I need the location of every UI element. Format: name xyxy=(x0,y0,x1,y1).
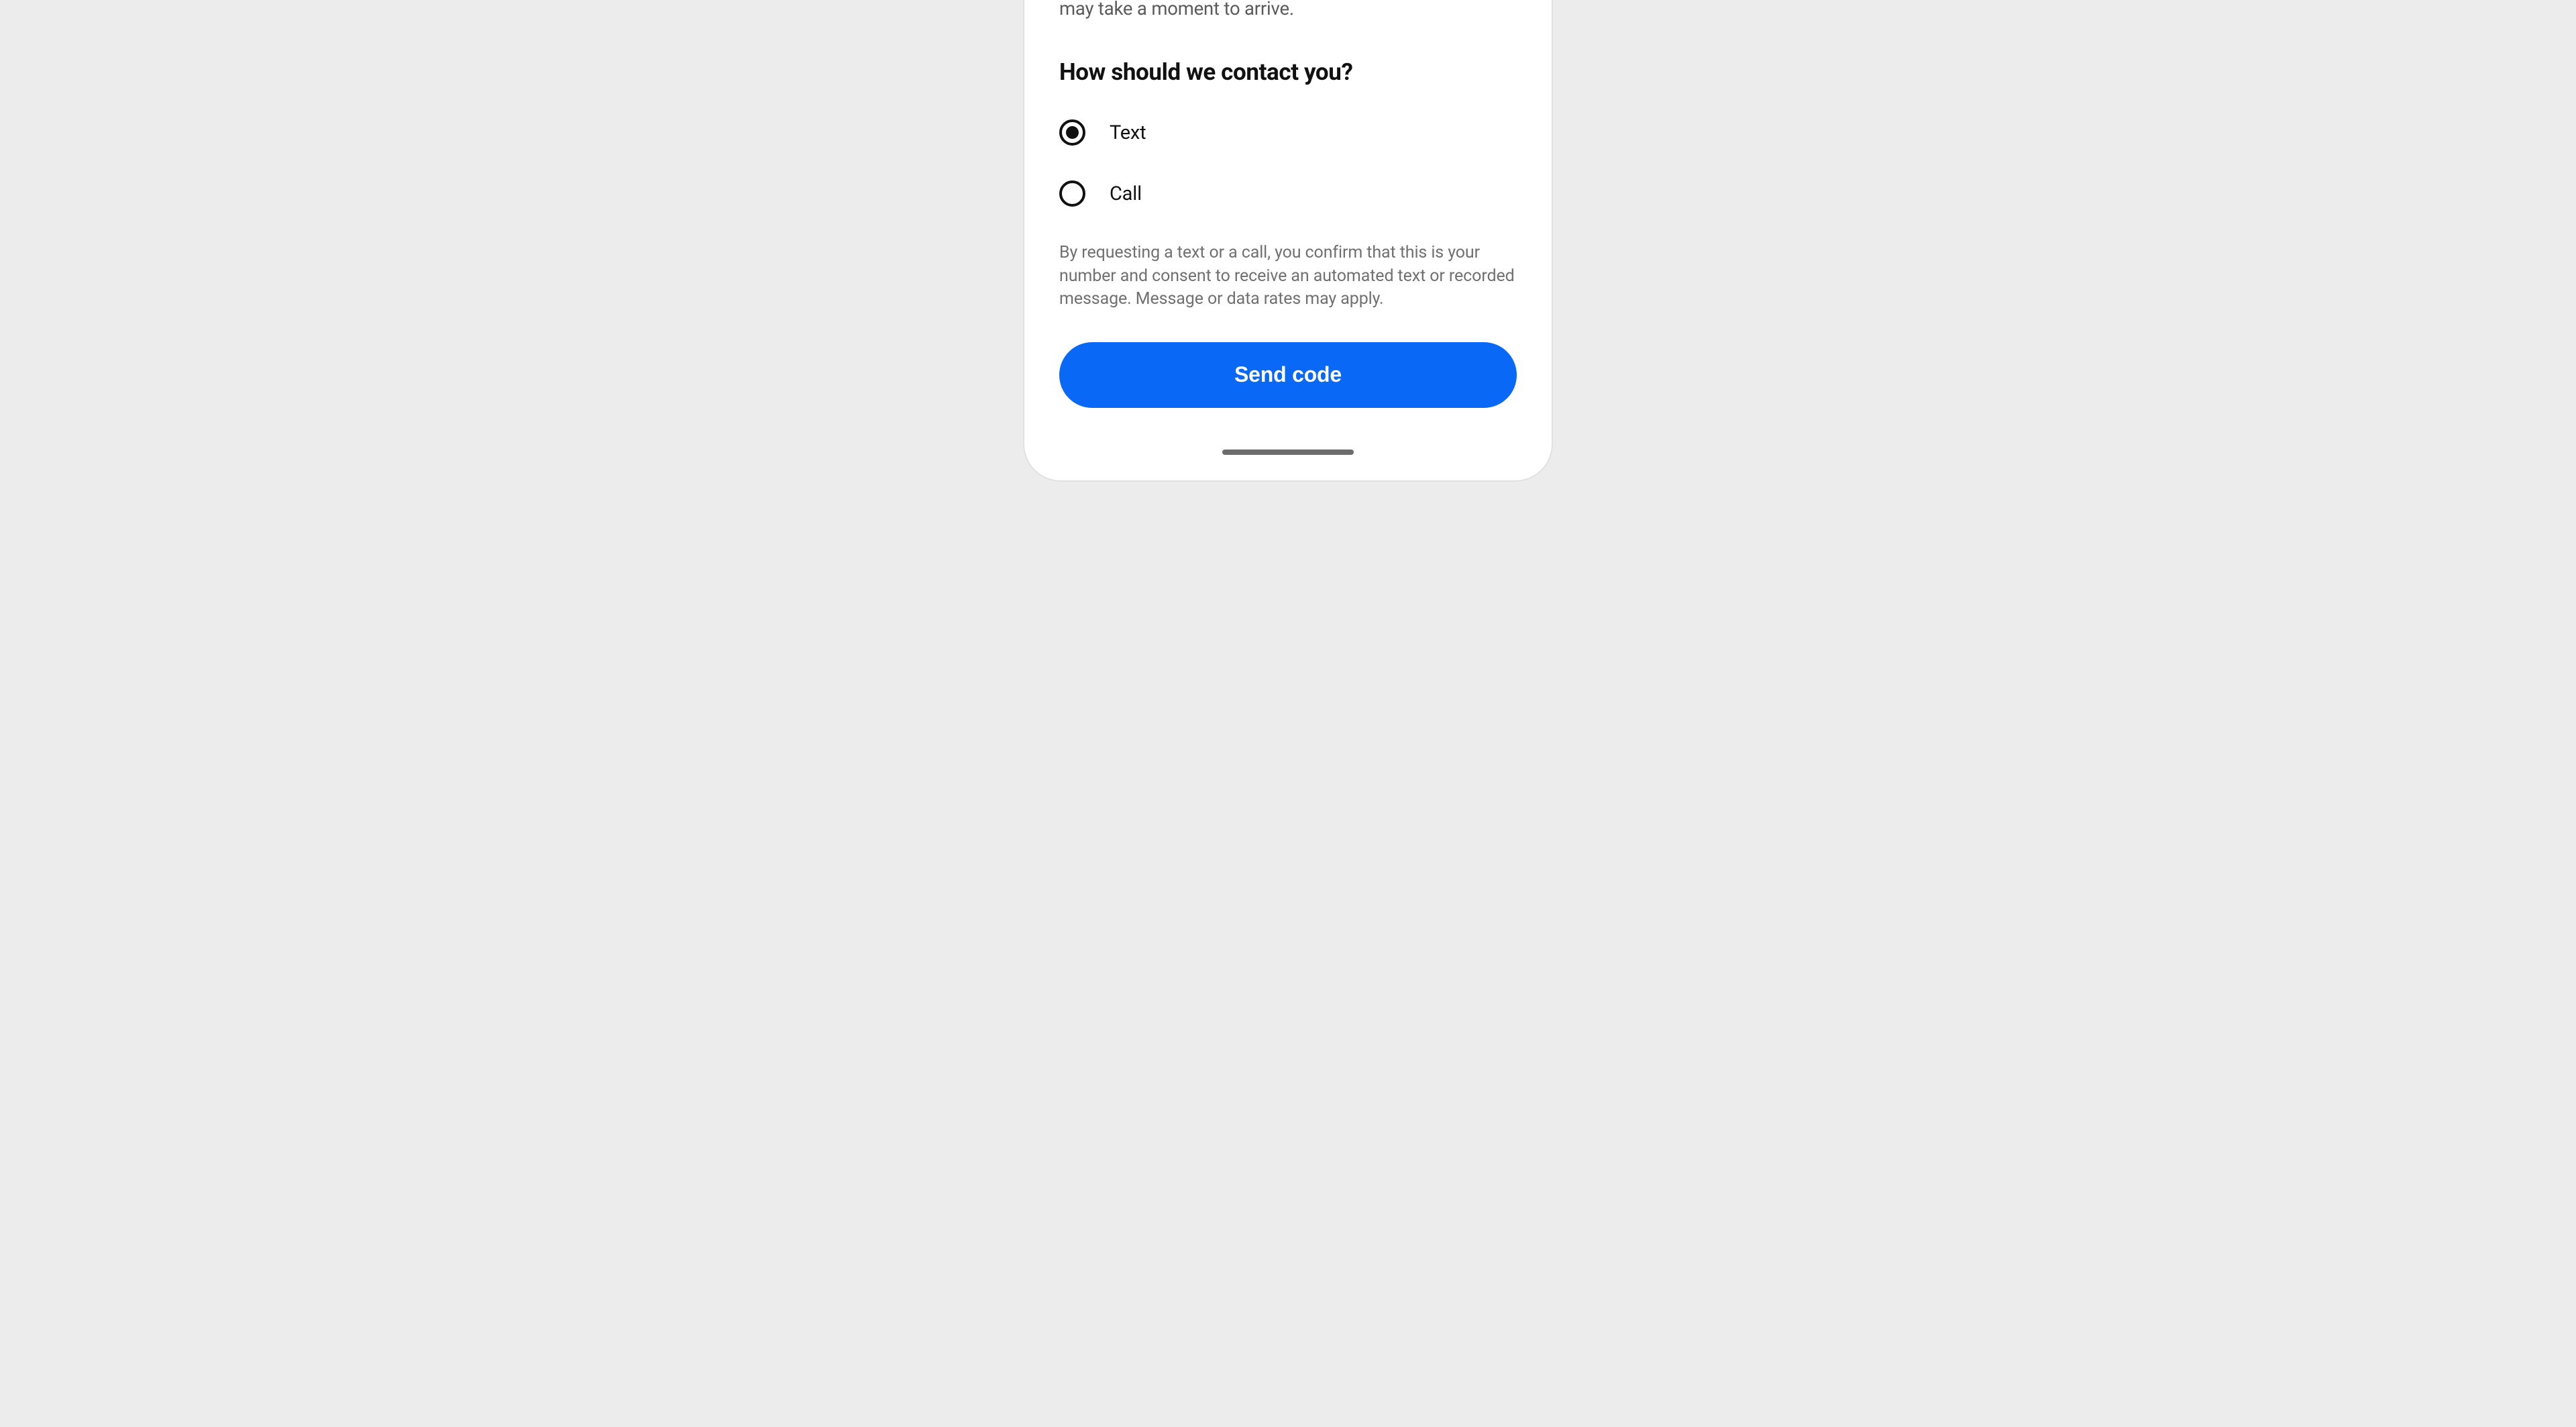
send-code-button-label: Send code xyxy=(1234,362,1342,387)
radio-option-call-label: Call xyxy=(1110,182,1142,205)
contact-method-radio-group: Text Call xyxy=(1059,119,1517,207)
consent-disclaimer: By requesting a text or a call, you conf… xyxy=(1059,242,1517,311)
contact-method-heading: How should we contact you? xyxy=(1059,58,1517,86)
home-indicator[interactable] xyxy=(1222,450,1354,455)
radio-selected-icon xyxy=(1059,119,1085,146)
intro-text-fragment: may take a moment to arrive. xyxy=(1059,0,1517,21)
radio-unselected-icon xyxy=(1059,180,1085,207)
radio-option-call[interactable]: Call xyxy=(1059,180,1517,207)
radio-option-text-label: Text xyxy=(1110,121,1146,144)
radio-option-text[interactable]: Text xyxy=(1059,119,1517,146)
send-code-button[interactable]: Send code xyxy=(1059,342,1517,408)
phone-frame: may take a moment to arrive. How should … xyxy=(1014,0,1562,491)
